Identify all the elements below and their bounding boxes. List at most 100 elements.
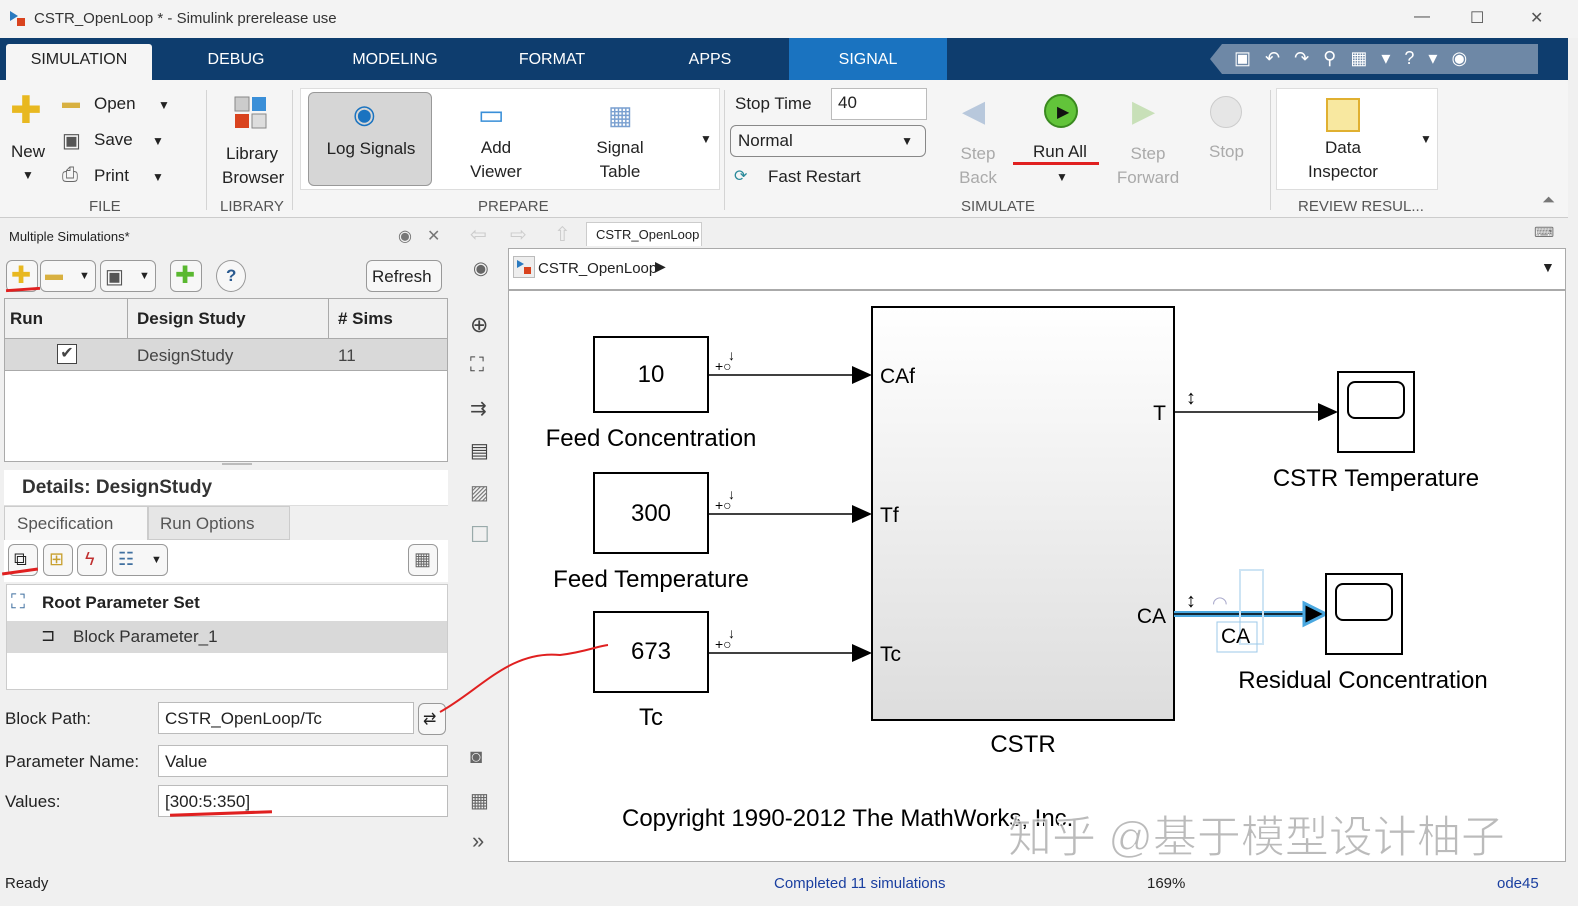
canvas-toolbar: ⇦ ◉ ⊕ ⛶ ⇉ ▤ ▨ ☐ ◙ ▦ » — [456, 222, 508, 862]
group-label-simulate: SIMULATE — [961, 198, 1035, 215]
tab-specification[interactable]: Specification — [4, 506, 148, 540]
back-icon[interactable]: ⇦ — [470, 222, 487, 247]
add-override-button[interactable]: ϟ — [77, 544, 107, 576]
maximize-button[interactable]: ☐ — [1470, 8, 1484, 28]
group-label-library: LIBRARY — [220, 198, 284, 215]
panel-menu-icon[interactable]: ◉ — [398, 226, 412, 246]
save-button[interactable]: Save — [94, 130, 133, 150]
step-back-button[interactable]: Step Back — [950, 142, 1006, 190]
open-button[interactable]: ▬ ▼ — [40, 260, 96, 292]
multiple-simulations-panel: Multiple Simulations* ◉ ✕ ✚ ▬ ▼ ▣ ▼ ✚ ? Re… — [0, 222, 448, 862]
status-bar: Ready Completed 11 simulations 169% ode4… — [0, 866, 1578, 906]
refresh-button[interactable]: Refresh — [366, 260, 442, 292]
fast-restart-button[interactable]: Fast Restart — [768, 167, 861, 187]
step-forward-button[interactable]: Step Forward — [1112, 142, 1184, 190]
save-icon: ▣ — [105, 266, 124, 288]
gallery-expand-icon[interactable]: ▼ — [700, 132, 712, 146]
camera-icon[interactable]: ◙ — [470, 746, 482, 769]
gallery-expand-icon[interactable]: ▼ — [1420, 132, 1432, 146]
run-checkbox[interactable]: ✔ — [57, 344, 77, 364]
tab-apps[interactable]: APPS — [660, 38, 760, 80]
block-parameter-icon: ⧉ — [14, 549, 27, 569]
tab-model[interactable]: CSTR_OpenLoop — [586, 222, 702, 246]
add-variable-button[interactable]: ⊞ — [43, 544, 73, 576]
view-table-button[interactable]: ▦ — [408, 544, 438, 576]
collapse-ribbon-icon[interactable]: ⏶ — [1542, 192, 1555, 210]
data-inspector-button[interactable]: Data Inspector — [1296, 136, 1390, 184]
save-button[interactable]: ▣ ▼ — [100, 260, 156, 292]
block-icon: ⊐ — [41, 626, 56, 645]
select-block-button[interactable]: ⇄ — [418, 703, 446, 735]
block-path-input[interactable]: CSTR_OpenLoop/Tc — [158, 702, 414, 734]
simulation-status-link[interactable]: Completed 11 simulations — [774, 875, 945, 892]
table-row[interactable]: ✔ DesignStudy 11 — [5, 339, 447, 371]
expand-icon[interactable]: » — [472, 828, 484, 854]
keyboard-icon[interactable]: ⌨ — [1534, 224, 1554, 241]
tree-root[interactable]: Root Parameter Set — [42, 593, 200, 613]
add-button[interactable]: ✚ — [170, 260, 202, 292]
chevron-down-icon: ▼ — [901, 134, 913, 148]
column-header-run[interactable]: Run — [10, 309, 43, 329]
chevron-down-icon[interactable]: ▼ — [22, 168, 34, 182]
tab-modeling[interactable]: MODELING — [330, 38, 460, 80]
forward-icon[interactable]: ⇨ — [510, 222, 527, 247]
annotation-icon[interactable]: ▤ — [470, 438, 489, 463]
log-signals-button[interactable]: ◉ Log Signals — [308, 92, 432, 186]
close-button[interactable]: ✕ — [1530, 8, 1543, 28]
run-all-button[interactable]: Run All — [1033, 142, 1087, 162]
annotation-underline — [1013, 162, 1099, 165]
data-inspector-icon — [1326, 98, 1360, 132]
fit-view-icon[interactable]: ⛶ — [470, 354, 484, 377]
library-browser-button[interactable]: Library Browser — [222, 142, 284, 190]
image-icon[interactable]: ▨ — [470, 480, 489, 505]
folder-icon: ▬ — [62, 92, 80, 112]
table-icon: ▦ — [414, 549, 432, 569]
simulation-mode-select[interactable]: Normal ▼ — [730, 125, 926, 157]
signal-table-button[interactable]: Signal Table — [580, 136, 660, 184]
print-button[interactable]: Print — [94, 166, 129, 186]
explorer-bar-icon[interactable]: ▦ — [470, 788, 489, 813]
breadcrumb[interactable]: CSTR_OpenLoop — [538, 260, 657, 277]
add-viewer-button[interactable]: Add Viewer — [456, 136, 536, 184]
area-icon[interactable]: ☐ — [470, 522, 490, 548]
quick-access-icons[interactable]: ▣↶↷⚲▦▾?▾◉ — [1234, 48, 1481, 69]
run-icon: ▶ — [1044, 94, 1078, 128]
open-button[interactable]: Open — [94, 94, 136, 114]
chevron-down-icon[interactable]: ▼ — [1056, 170, 1068, 184]
tab-simulation[interactable]: SIMULATION — [6, 44, 152, 80]
group-label-prepare: PREPARE — [478, 198, 549, 215]
stop-time-input[interactable]: 40 — [831, 88, 927, 120]
route-lines-icon[interactable]: ⇉ — [470, 396, 487, 421]
chevron-down-icon[interactable]: ▼ — [158, 98, 170, 112]
chevron-down-icon[interactable]: ▼ — [152, 170, 164, 184]
column-header-sims[interactable]: # Sims — [338, 309, 393, 329]
details-title: Details: DesignStudy — [22, 477, 213, 498]
caret-right-icon[interactable]: ▶ — [655, 258, 666, 275]
combination-button[interactable]: ☷ ▼ — [112, 544, 168, 576]
zoom-in-icon[interactable]: ⊕ — [470, 312, 488, 338]
tab-signal[interactable]: SIGNAL — [789, 38, 947, 80]
tree-item[interactable]: ⊐ Block Parameter_1 — [7, 621, 447, 653]
close-panel-icon[interactable]: ✕ — [427, 226, 440, 246]
new-button[interactable]: New — [11, 142, 45, 162]
tab-debug[interactable]: DEBUG — [180, 38, 292, 80]
splitter-handle[interactable] — [222, 463, 252, 465]
chevron-down-icon[interactable]: ▼ — [152, 134, 164, 148]
chevron-down-icon[interactable]: ▼ — [1541, 259, 1555, 275]
simulation-mode-value: Normal — [738, 131, 793, 150]
model-canvas[interactable] — [508, 290, 1566, 862]
tab-format[interactable]: FORMAT — [500, 38, 604, 80]
sims-cell: 11 — [338, 346, 356, 365]
parameter-name-input[interactable]: Value — [158, 745, 448, 777]
column-header-design-study[interactable]: Design Study — [137, 309, 246, 329]
design-study-table: Run Design Study # Sims ✔ DesignStudy 11 — [4, 298, 448, 462]
minimize-button[interactable]: — — [1414, 8, 1430, 26]
help-button[interactable]: ? — [216, 260, 246, 292]
status-text: Ready — [5, 875, 49, 892]
solver-link[interactable]: ode45 — [1497, 875, 1539, 892]
hide-browser-icon[interactable]: ◉ — [473, 258, 489, 279]
stop-button[interactable]: Stop — [1209, 142, 1244, 162]
group-label-file: FILE — [89, 198, 121, 215]
up-icon[interactable]: ⇧ — [554, 222, 571, 247]
tab-run-options[interactable]: Run Options — [148, 506, 290, 540]
